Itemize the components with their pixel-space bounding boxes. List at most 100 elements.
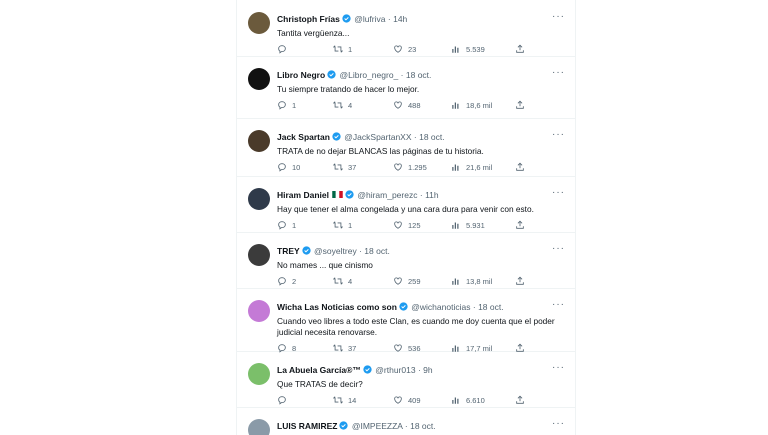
- author-name[interactable]: Christoph Frías: [277, 14, 340, 24]
- timestamp[interactable]: 9h: [423, 365, 432, 375]
- retweet-button[interactable]: 1: [332, 44, 352, 56]
- retweet-button[interactable]: 4: [332, 276, 353, 288]
- tweet-item[interactable]: Christoph Frías @lufriva · 14h ··· Tantita…: [237, 0, 575, 57]
- retweet-count: 4: [348, 277, 353, 286]
- timestamp[interactable]: 14h: [393, 14, 407, 24]
- more-icon[interactable]: ···: [552, 244, 565, 254]
- reply-button[interactable]: 1: [277, 220, 296, 232]
- views-button[interactable]: 21,6 mil: [451, 162, 492, 174]
- retweet-button[interactable]: 4: [332, 100, 352, 112]
- like-button[interactable]: 125: [393, 220, 421, 232]
- tweet-item[interactable]: TREY @soyeltrey · 18 oct. ··· No mames ...…: [237, 232, 575, 289]
- more-icon[interactable]: ···: [552, 12, 565, 22]
- author-handle[interactable]: @rthur013: [375, 365, 415, 375]
- author-name[interactable]: TREY: [277, 246, 300, 256]
- views-button[interactable]: 18,6 mil: [451, 100, 492, 112]
- avatar[interactable]: [248, 363, 270, 385]
- like-count: 1.295: [408, 163, 427, 172]
- verified-badge-icon: [345, 190, 354, 199]
- retweet-button[interactable]: 1: [332, 220, 352, 232]
- views-count: 13,8 mil: [466, 277, 493, 286]
- avatar[interactable]: [248, 244, 270, 266]
- author-name[interactable]: Libro Negro: [277, 70, 325, 80]
- more-icon[interactable]: ···: [552, 363, 565, 373]
- tweet-item[interactable]: LUIS RAMIREZ @IMPEEZZA · 18 oct.···Trata…: [237, 407, 575, 435]
- separator-dot: ·: [400, 70, 404, 80]
- more-icon[interactable]: ···: [552, 300, 565, 310]
- verified-badge-icon: [327, 70, 336, 79]
- author-handle[interactable]: @Libro_negro_: [340, 70, 399, 80]
- like-button[interactable]: 488: [393, 100, 421, 112]
- tweet-item[interactable]: La Abuela García®™ @rthur013 · 9h ··· Que …: [237, 351, 575, 408]
- tweet-item[interactable]: Libro Negro @Libro_negro_ · 18 oct. ··· Tu…: [237, 56, 575, 119]
- retweet-button[interactable]: 37: [332, 162, 356, 174]
- retweet-icon: [332, 221, 348, 230]
- like-count: 259: [408, 277, 421, 286]
- author-name[interactable]: La Abuela García®™: [277, 365, 361, 375]
- retweet-button[interactable]: 14: [332, 395, 356, 407]
- avatar[interactable]: [248, 130, 270, 152]
- more-icon[interactable]: ···: [552, 188, 565, 198]
- separator-dot: ·: [417, 365, 421, 375]
- views-button[interactable]: 5.931: [451, 220, 485, 232]
- timestamp[interactable]: 18 oct.: [478, 302, 504, 312]
- like-button[interactable]: 23: [393, 44, 416, 56]
- avatar[interactable]: [248, 419, 270, 435]
- views-button[interactable]: 5.539: [451, 44, 485, 56]
- views-count: 5.539: [466, 45, 485, 54]
- share-button[interactable]: [515, 220, 530, 232]
- author-handle[interactable]: @hiram_perezc: [357, 190, 417, 200]
- share-button[interactable]: [515, 276, 530, 288]
- reply-button[interactable]: [277, 395, 292, 407]
- retweet-icon: [332, 45, 348, 54]
- verified-badge-icon: [339, 421, 349, 430]
- author-name[interactable]: LUIS RAMIREZ: [277, 421, 337, 431]
- share-icon: [515, 44, 530, 54]
- author-handle[interactable]: @lufriva: [354, 14, 385, 24]
- views-button[interactable]: 13,8 mil: [451, 276, 492, 288]
- share-button[interactable]: [515, 44, 530, 56]
- more-icon[interactable]: ···: [552, 130, 565, 140]
- timestamp[interactable]: 11h: [425, 190, 439, 200]
- timestamp[interactable]: 18 oct.: [419, 132, 445, 142]
- timestamp[interactable]: 18 oct.: [410, 421, 436, 431]
- author-handle[interactable]: @wichanoticias: [411, 302, 470, 312]
- retweet-icon: [332, 101, 348, 110]
- author-handle[interactable]: @JackSpartanXX: [344, 132, 411, 142]
- tweet-item[interactable]: Wicha Las Noticias como son @wichanotici…: [237, 288, 575, 353]
- views-count: 21,6 mil: [466, 163, 493, 172]
- more-icon[interactable]: ···: [552, 68, 565, 78]
- author-name[interactable]: Jack Spartan: [277, 132, 330, 142]
- views-icon: [451, 277, 466, 286]
- like-button[interactable]: 1.295: [393, 162, 427, 174]
- reply-button[interactable]: [277, 44, 292, 56]
- avatar[interactable]: [248, 68, 270, 90]
- author-handle[interactable]: @IMPEEZZA: [352, 421, 403, 431]
- tweet-text: TRATA de no dejar BLANCAS las páginas de…: [277, 146, 484, 156]
- like-icon: [393, 163, 408, 172]
- reply-button[interactable]: 2: [277, 276, 296, 288]
- reply-button[interactable]: 1: [277, 100, 296, 112]
- timestamp[interactable]: 18 oct.: [364, 246, 390, 256]
- like-button[interactable]: 409: [393, 395, 421, 407]
- more-icon[interactable]: ···: [552, 419, 565, 429]
- views-button[interactable]: 6.610: [451, 395, 485, 407]
- author-name[interactable]: Hiram Daniel: [277, 190, 329, 200]
- verified-badge-icon: [363, 365, 372, 374]
- timestamp[interactable]: 18 oct.: [406, 70, 432, 80]
- like-button[interactable]: 259: [393, 276, 421, 288]
- author-name[interactable]: Wicha Las Noticias como son: [277, 302, 397, 312]
- avatar[interactable]: [248, 188, 270, 210]
- share-button[interactable]: [515, 162, 530, 174]
- tweet-item[interactable]: Jack Spartan @JackSpartanXX · 18 oct. ···…: [237, 118, 575, 177]
- tweet-item[interactable]: Hiram Daniel @hiram_perezc · 11h ··· Hay q…: [237, 176, 575, 233]
- reply-button[interactable]: 10: [277, 162, 300, 174]
- avatar[interactable]: [248, 12, 270, 34]
- avatar[interactable]: [248, 300, 270, 322]
- author-handle[interactable]: @soyeltrey: [314, 246, 357, 256]
- share-button[interactable]: [515, 100, 530, 112]
- share-icon: [515, 162, 530, 172]
- share-button[interactable]: [515, 395, 530, 407]
- reply-count: 1: [292, 221, 297, 230]
- like-icon: [393, 396, 408, 405]
